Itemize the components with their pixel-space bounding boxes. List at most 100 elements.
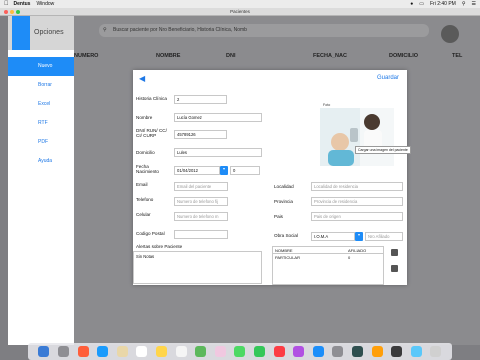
- sidebar-item-rtf[interactable]: RTF: [8, 114, 74, 133]
- maps-icon[interactable]: [195, 346, 207, 357]
- messages-icon[interactable]: [234, 346, 246, 357]
- obra-social-table: NOMBRE AFILIADO PARTICULAR 0: [272, 246, 384, 285]
- sidebar: Opciones Nuevo Borrar Excel RTF PDF Ayud…: [8, 16, 74, 345]
- edad-field[interactable]: 0: [230, 166, 260, 175]
- obra-cell-nombre: PARTICULAR: [275, 255, 300, 260]
- music-icon[interactable]: [273, 346, 285, 357]
- launchpad-icon[interactable]: [57, 346, 69, 357]
- sidebar-item-pdf[interactable]: PDF: [8, 133, 74, 152]
- historia-label: Historia Clínica: [136, 96, 167, 101]
- add-obra-icon[interactable]: [391, 249, 398, 256]
- minimize-window-button[interactable]: [10, 10, 14, 14]
- menu-list-icon[interactable]: ☰: [472, 1, 476, 7]
- reminders-icon[interactable]: [175, 346, 187, 357]
- dock: [28, 343, 452, 360]
- column-header-domicilio[interactable]: DOMICILIO: [389, 53, 418, 59]
- email-field[interactable]: Email del paciente: [174, 182, 228, 191]
- column-header-nombre[interactable]: NOMBRE: [156, 53, 180, 59]
- nombre-field[interactable]: Lucía Gomez: [174, 113, 262, 122]
- notes-icon[interactable]: [155, 346, 167, 357]
- sidebar-title: Opciones: [34, 29, 64, 36]
- pais-label: Pais: [274, 214, 283, 219]
- dni-label: DNI/ RUN/ CC/ CI/ CURP: [136, 128, 167, 139]
- obra-col-afiliado: AFILIADO: [348, 248, 367, 253]
- localidad-field[interactable]: Localidad de residencia: [311, 182, 403, 191]
- calendar-icon[interactable]: [136, 346, 148, 357]
- telefono-field[interactable]: Numero de telefono fij: [174, 197, 228, 206]
- terminal-icon[interactable]: [352, 346, 364, 357]
- safari-icon[interactable]: [97, 346, 109, 357]
- column-header-fecha-nac[interactable]: FECHA_NAC: [313, 53, 347, 59]
- settings-icon[interactable]: [332, 346, 344, 357]
- afiliado-field[interactable]: Nro Afiliado: [365, 232, 403, 241]
- localidad-label: Localidad: [274, 184, 294, 189]
- menu-app-name[interactable]: Dentus: [14, 1, 31, 7]
- sidebar-item-borrar[interactable]: Borrar: [8, 76, 74, 95]
- photos-icon[interactable]: [214, 346, 226, 357]
- rocket-icon[interactable]: [77, 346, 89, 357]
- email-label: Email: [136, 182, 148, 187]
- window-title: Pacientes: [230, 9, 250, 14]
- column-header-tel[interactable]: TEL: [452, 53, 462, 59]
- domicilio-field[interactable]: Lules: [174, 148, 262, 157]
- window-titlebar: Pacientes: [0, 8, 480, 16]
- fecha-field[interactable]: 01/04/2012: [174, 166, 220, 175]
- dni-field[interactable]: 45789126: [174, 130, 227, 139]
- nombre-label: Nombre: [136, 115, 153, 120]
- photo-dental-illustration: [320, 108, 394, 166]
- screenflow-icon[interactable]: [391, 346, 403, 357]
- column-header-dni[interactable]: DNI: [226, 53, 235, 59]
- photo-caption: Foto: [323, 103, 331, 107]
- appstore-icon[interactable]: [312, 346, 324, 357]
- sidebar-item-nuevo[interactable]: Nuevo: [8, 57, 74, 76]
- finder-icon[interactable]: [38, 346, 50, 357]
- pais-field[interactable]: Pais de origen: [311, 212, 403, 221]
- cp-label: Codigo Postal: [136, 231, 165, 236]
- obra-table-header: NOMBRE AFILIADO: [273, 247, 383, 254]
- historia-field[interactable]: 2: [174, 95, 227, 104]
- facetime-icon[interactable]: [254, 346, 265, 357]
- back-chevron-icon[interactable]: ◀: [139, 74, 145, 83]
- save-button[interactable]: Guardar: [377, 75, 399, 81]
- trash-icon[interactable]: [430, 346, 442, 357]
- avatar[interactable]: [441, 25, 459, 43]
- apple-icon[interactable]: : [4, 1, 9, 7]
- menu-clock[interactable]: Fri 2:40 PM: [430, 1, 456, 7]
- alertas-textarea[interactable]: Sin Notas: [133, 251, 262, 284]
- cp-field[interactable]: [174, 230, 228, 239]
- sidebar-accent-band: [12, 16, 30, 50]
- sidebar-item-excel[interactable]: Excel: [8, 95, 74, 114]
- provincia-field[interactable]: Provincia de residencia: [311, 197, 403, 206]
- telefono-label: Telefono: [136, 197, 154, 202]
- table-row[interactable]: PARTICULAR 0: [273, 254, 383, 261]
- obra-select[interactable]: I.O.M.A: [311, 232, 355, 241]
- menu-bar:  Dentus Window ● ▭ Fri 2:40 PM ⚲ ☰: [0, 0, 480, 8]
- menu-bar-status: ● ▭ Fri 2:40 PM ⚲ ☰: [410, 0, 476, 8]
- sidebar-header: Opciones: [8, 16, 74, 50]
- obra-label: Obra Social: [274, 233, 299, 238]
- zoom-window-button[interactable]: [16, 10, 20, 14]
- domicilio-label: Domicilio: [136, 150, 155, 155]
- wifi-icon[interactable]: ●: [410, 1, 413, 7]
- battery-icon[interactable]: ▭: [419, 1, 424, 7]
- obra-dropdown-button[interactable]: [355, 232, 363, 241]
- celular-label: Celular: [136, 212, 151, 217]
- date-dropdown-button[interactable]: [220, 166, 228, 175]
- ibooks-icon[interactable]: [293, 346, 305, 357]
- photo-tooltip: Cargar una imagen del paciente: [355, 146, 411, 154]
- search-input[interactable]: ⚲ Buscar paciente por Nro Beneficiario, …: [99, 24, 429, 37]
- search-icon[interactable]: ⚲: [462, 1, 466, 7]
- folder-icon[interactable]: [410, 346, 422, 357]
- search-placeholder: Buscar paciente por Nro Beneficiario, Hi…: [113, 27, 247, 33]
- provincia-label: Provincia: [274, 199, 293, 204]
- dentus-app-icon[interactable]: [371, 346, 383, 357]
- celular-field[interactable]: Numero de telefono m: [174, 212, 228, 221]
- menu-window[interactable]: Window: [36, 1, 54, 7]
- patient-photo[interactable]: [320, 108, 394, 166]
- delete-obra-icon[interactable]: [391, 265, 398, 272]
- column-header-numero[interactable]: NUMERO: [74, 53, 98, 59]
- contacts-icon[interactable]: [116, 346, 128, 357]
- patient-form-modal: ◀ Guardar Historia Clínica 2 Nombre Lucí…: [133, 70, 411, 285]
- sidebar-item-ayuda[interactable]: Ayuda: [8, 152, 74, 171]
- close-window-button[interactable]: [4, 10, 8, 14]
